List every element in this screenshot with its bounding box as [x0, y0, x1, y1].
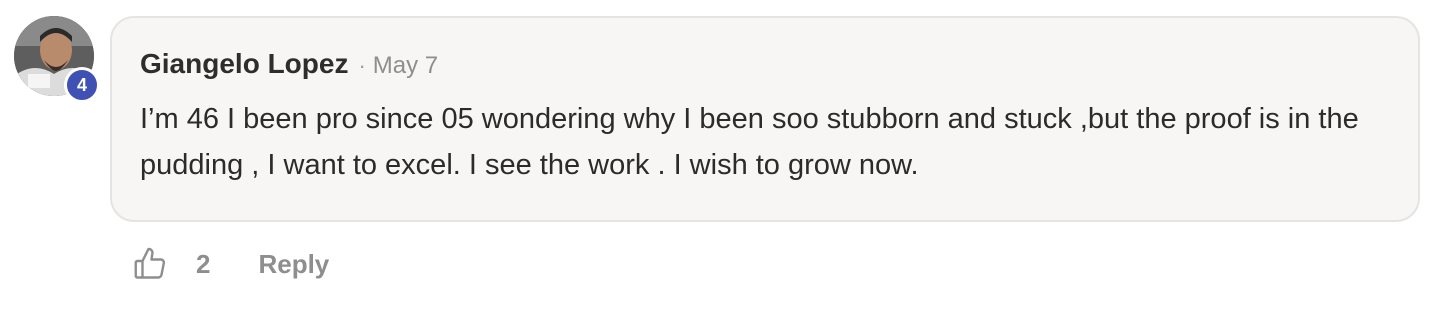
author-name[interactable]: Giangelo Lopez	[140, 48, 348, 80]
like-count: 2	[196, 248, 211, 279]
thumbs-up-icon	[134, 247, 166, 279]
meta-separator: ·	[358, 53, 366, 78]
level-badge: 4	[64, 67, 100, 103]
comment-date[interactable]: May 7	[373, 52, 438, 80]
comment-actions: 2 Reply	[130, 242, 329, 286]
avatar-container[interactable]: 4	[14, 16, 100, 103]
like-button[interactable]	[130, 244, 170, 284]
comment-header: Giangelo Lopez · May 7	[140, 48, 1390, 88]
reply-button[interactable]: Reply	[258, 249, 329, 280]
comment-text: I’m 46 I been pro since 05 wondering why…	[140, 103, 1359, 181]
comment-bubble: Giangelo Lopez · May 7 I’m 46 I been pro…	[110, 16, 1420, 222]
